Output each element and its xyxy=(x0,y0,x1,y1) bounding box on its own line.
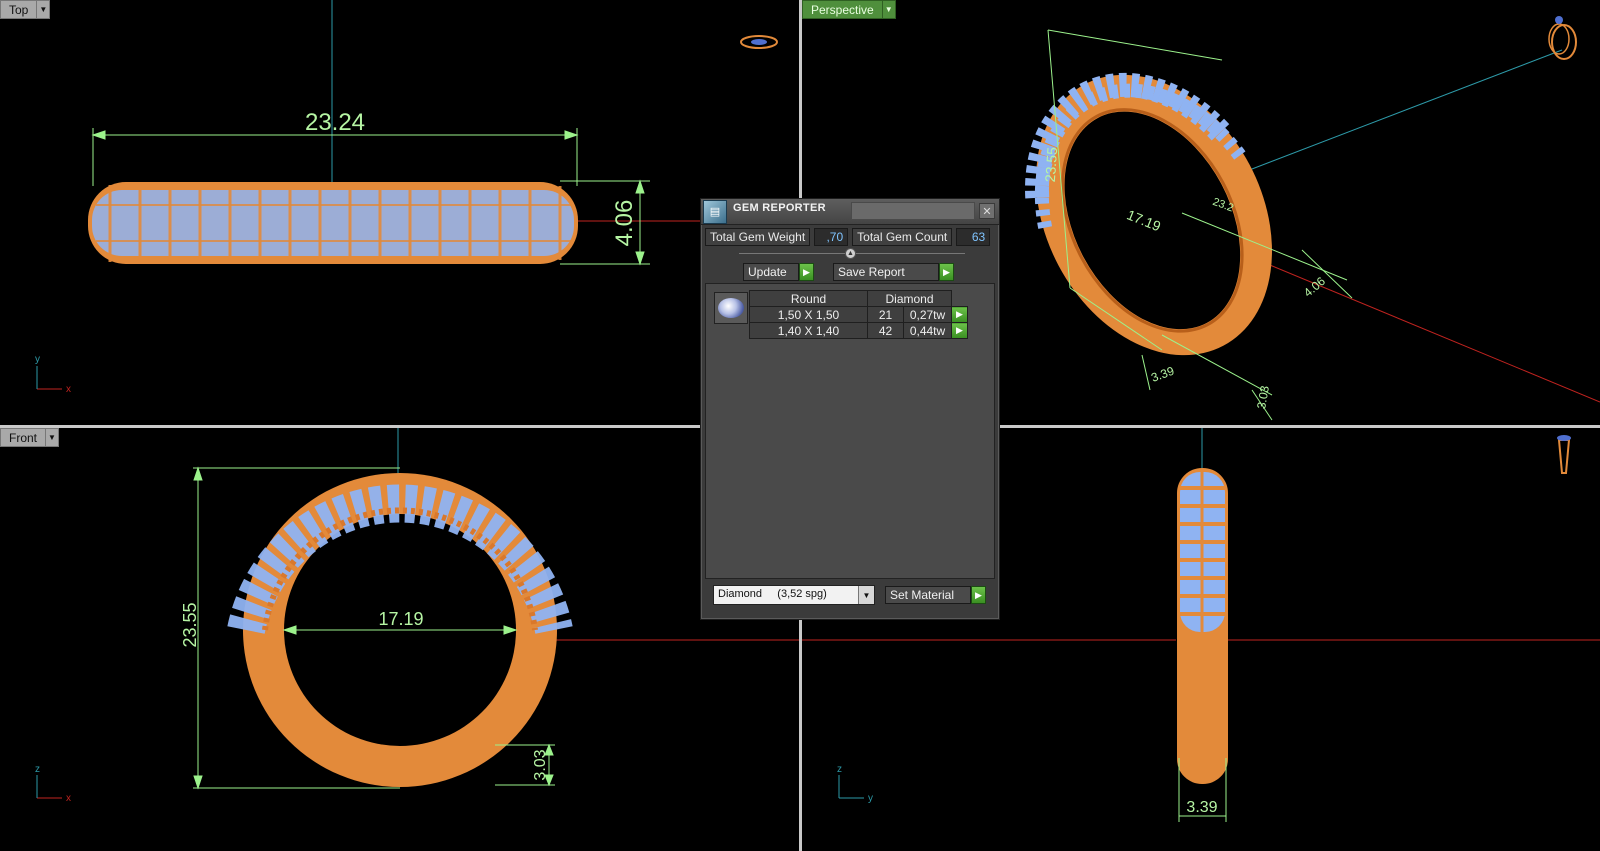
svg-text:x: x xyxy=(66,793,71,804)
dim-height-label: 23.55 xyxy=(180,602,200,647)
update-button[interactable]: Update ▶ xyxy=(743,263,814,281)
dim-width-label: 3.39 xyxy=(1186,799,1217,816)
top-viewport[interactable]: Top ▼ 23.24 4.06 x y xyxy=(0,0,799,425)
dim-height-label: 23.55 xyxy=(1042,146,1060,182)
gem-weight: 0,44tw xyxy=(903,322,952,339)
gem-count: 42 xyxy=(867,322,904,339)
dim-side-label: 3.39 xyxy=(1149,364,1176,385)
play-arrow-icon[interactable]: ▶ xyxy=(951,306,968,323)
material-select[interactable]: Diamond (3,52 spg) ▼ xyxy=(713,585,875,605)
viewport-label-perspective[interactable]: Perspective ▼ xyxy=(802,0,896,19)
gem-reporter-title: GEM REPORTER xyxy=(733,202,826,214)
chevron-down-icon[interactable]: ▼ xyxy=(882,0,896,19)
chevron-down-icon[interactable]: ▼ xyxy=(37,0,51,19)
total-gem-weight-value: ,70 xyxy=(814,228,849,246)
view-cube-icon[interactable] xyxy=(1557,435,1571,474)
gem-table: Round Diamond 1,50 X 1,50 21 0,27tw ▶ 1,… xyxy=(749,290,968,339)
viewport-label-front[interactable]: Front ▼ xyxy=(0,428,60,447)
close-icon[interactable]: ✕ xyxy=(979,203,995,219)
viewport-label-top[interactable]: Top ▼ xyxy=(0,0,51,19)
axis-gizmo: y z xyxy=(837,764,873,804)
material-select-value: Diamond (3,52 spg) xyxy=(718,588,827,600)
dim-width-label: 23.24 xyxy=(305,109,365,136)
collapse-toggle-icon[interactable]: ▲ xyxy=(845,248,856,259)
total-gem-weight-label: Total Gem Weight xyxy=(705,228,811,246)
gem-list: Round Diamond 1,50 X 1,50 21 0,27tw ▶ 1,… xyxy=(705,283,995,579)
totals-row: Total Gem Weight ,70 Total Gem Count 63 xyxy=(705,228,995,246)
svg-text:y: y xyxy=(868,793,873,804)
material-header: Diamond xyxy=(867,290,952,307)
axis-gizmo: x y xyxy=(35,354,71,395)
gem-reporter-panel: ▤ GEM REPORTER ✕ Total Gem Weight ,70 To… xyxy=(700,198,1000,620)
front-view-scene[interactable]: 23.55 17.19 3.03 x z xyxy=(0,428,799,851)
round-diamond-thumbnail[interactable] xyxy=(714,292,748,324)
svg-text:z: z xyxy=(837,764,842,775)
top-view-scene[interactable]: 23.24 4.06 x y xyxy=(0,0,799,425)
play-arrow-icon[interactable]: ▶ xyxy=(799,263,814,281)
total-gem-count-label: Total Gem Count xyxy=(852,228,953,246)
play-arrow-icon[interactable]: ▶ xyxy=(971,586,986,604)
gem-weight: 0,27tw xyxy=(903,306,952,323)
dim-height-label: 4.06 xyxy=(611,200,638,247)
shape-header: Round xyxy=(749,290,868,307)
dim-thick-label: 3.03 xyxy=(532,749,549,780)
view-cube-icon[interactable] xyxy=(740,35,778,49)
dim-inner-label: 17.19 xyxy=(378,609,423,629)
gem-reporter-titlebar[interactable]: ▤ GEM REPORTER ✕ xyxy=(701,199,999,225)
gem-reporter-app-icon: ▤ xyxy=(703,199,727,224)
diamond-icon xyxy=(718,298,744,318)
total-gem-count-value: 63 xyxy=(956,228,991,246)
table-row[interactable]: 1,40 X 1,40 42 0,44tw ▶ xyxy=(749,322,968,339)
table-header: Round Diamond xyxy=(749,290,968,307)
dim-band-label: 4.06 xyxy=(1301,274,1328,300)
svg-text:z: z xyxy=(35,764,40,775)
table-row[interactable]: 1,50 X 1,50 21 0,27tw ▶ xyxy=(749,306,968,323)
gem-size: 1,40 X 1,40 xyxy=(749,322,868,339)
gem-count: 21 xyxy=(867,306,904,323)
viewport-name: Perspective xyxy=(802,0,883,19)
view-cube-icon[interactable] xyxy=(1548,16,1577,60)
front-viewport[interactable]: Front ▼ 23.55 17.19 3.03 x z xyxy=(0,428,799,851)
play-arrow-icon[interactable]: ▶ xyxy=(951,322,968,339)
save-report-button[interactable]: Save Report ▶ xyxy=(833,263,954,281)
viewport-name: Front xyxy=(0,428,47,447)
gem-size: 1,50 X 1,50 xyxy=(749,306,868,323)
ring-side xyxy=(1177,468,1228,784)
dim-thick-label: 3.03 xyxy=(1254,384,1272,410)
svg-text:x: x xyxy=(66,384,71,395)
axis-gizmo: x z xyxy=(35,764,71,804)
viewport-name: Top xyxy=(0,0,38,19)
play-arrow-icon[interactable]: ▶ xyxy=(939,263,954,281)
chevron-down-icon[interactable]: ▼ xyxy=(858,586,874,604)
chevron-down-icon[interactable]: ▼ xyxy=(46,428,60,447)
set-material-button[interactable]: Set Material ▶ xyxy=(885,586,986,604)
svg-text:y: y xyxy=(35,354,40,365)
